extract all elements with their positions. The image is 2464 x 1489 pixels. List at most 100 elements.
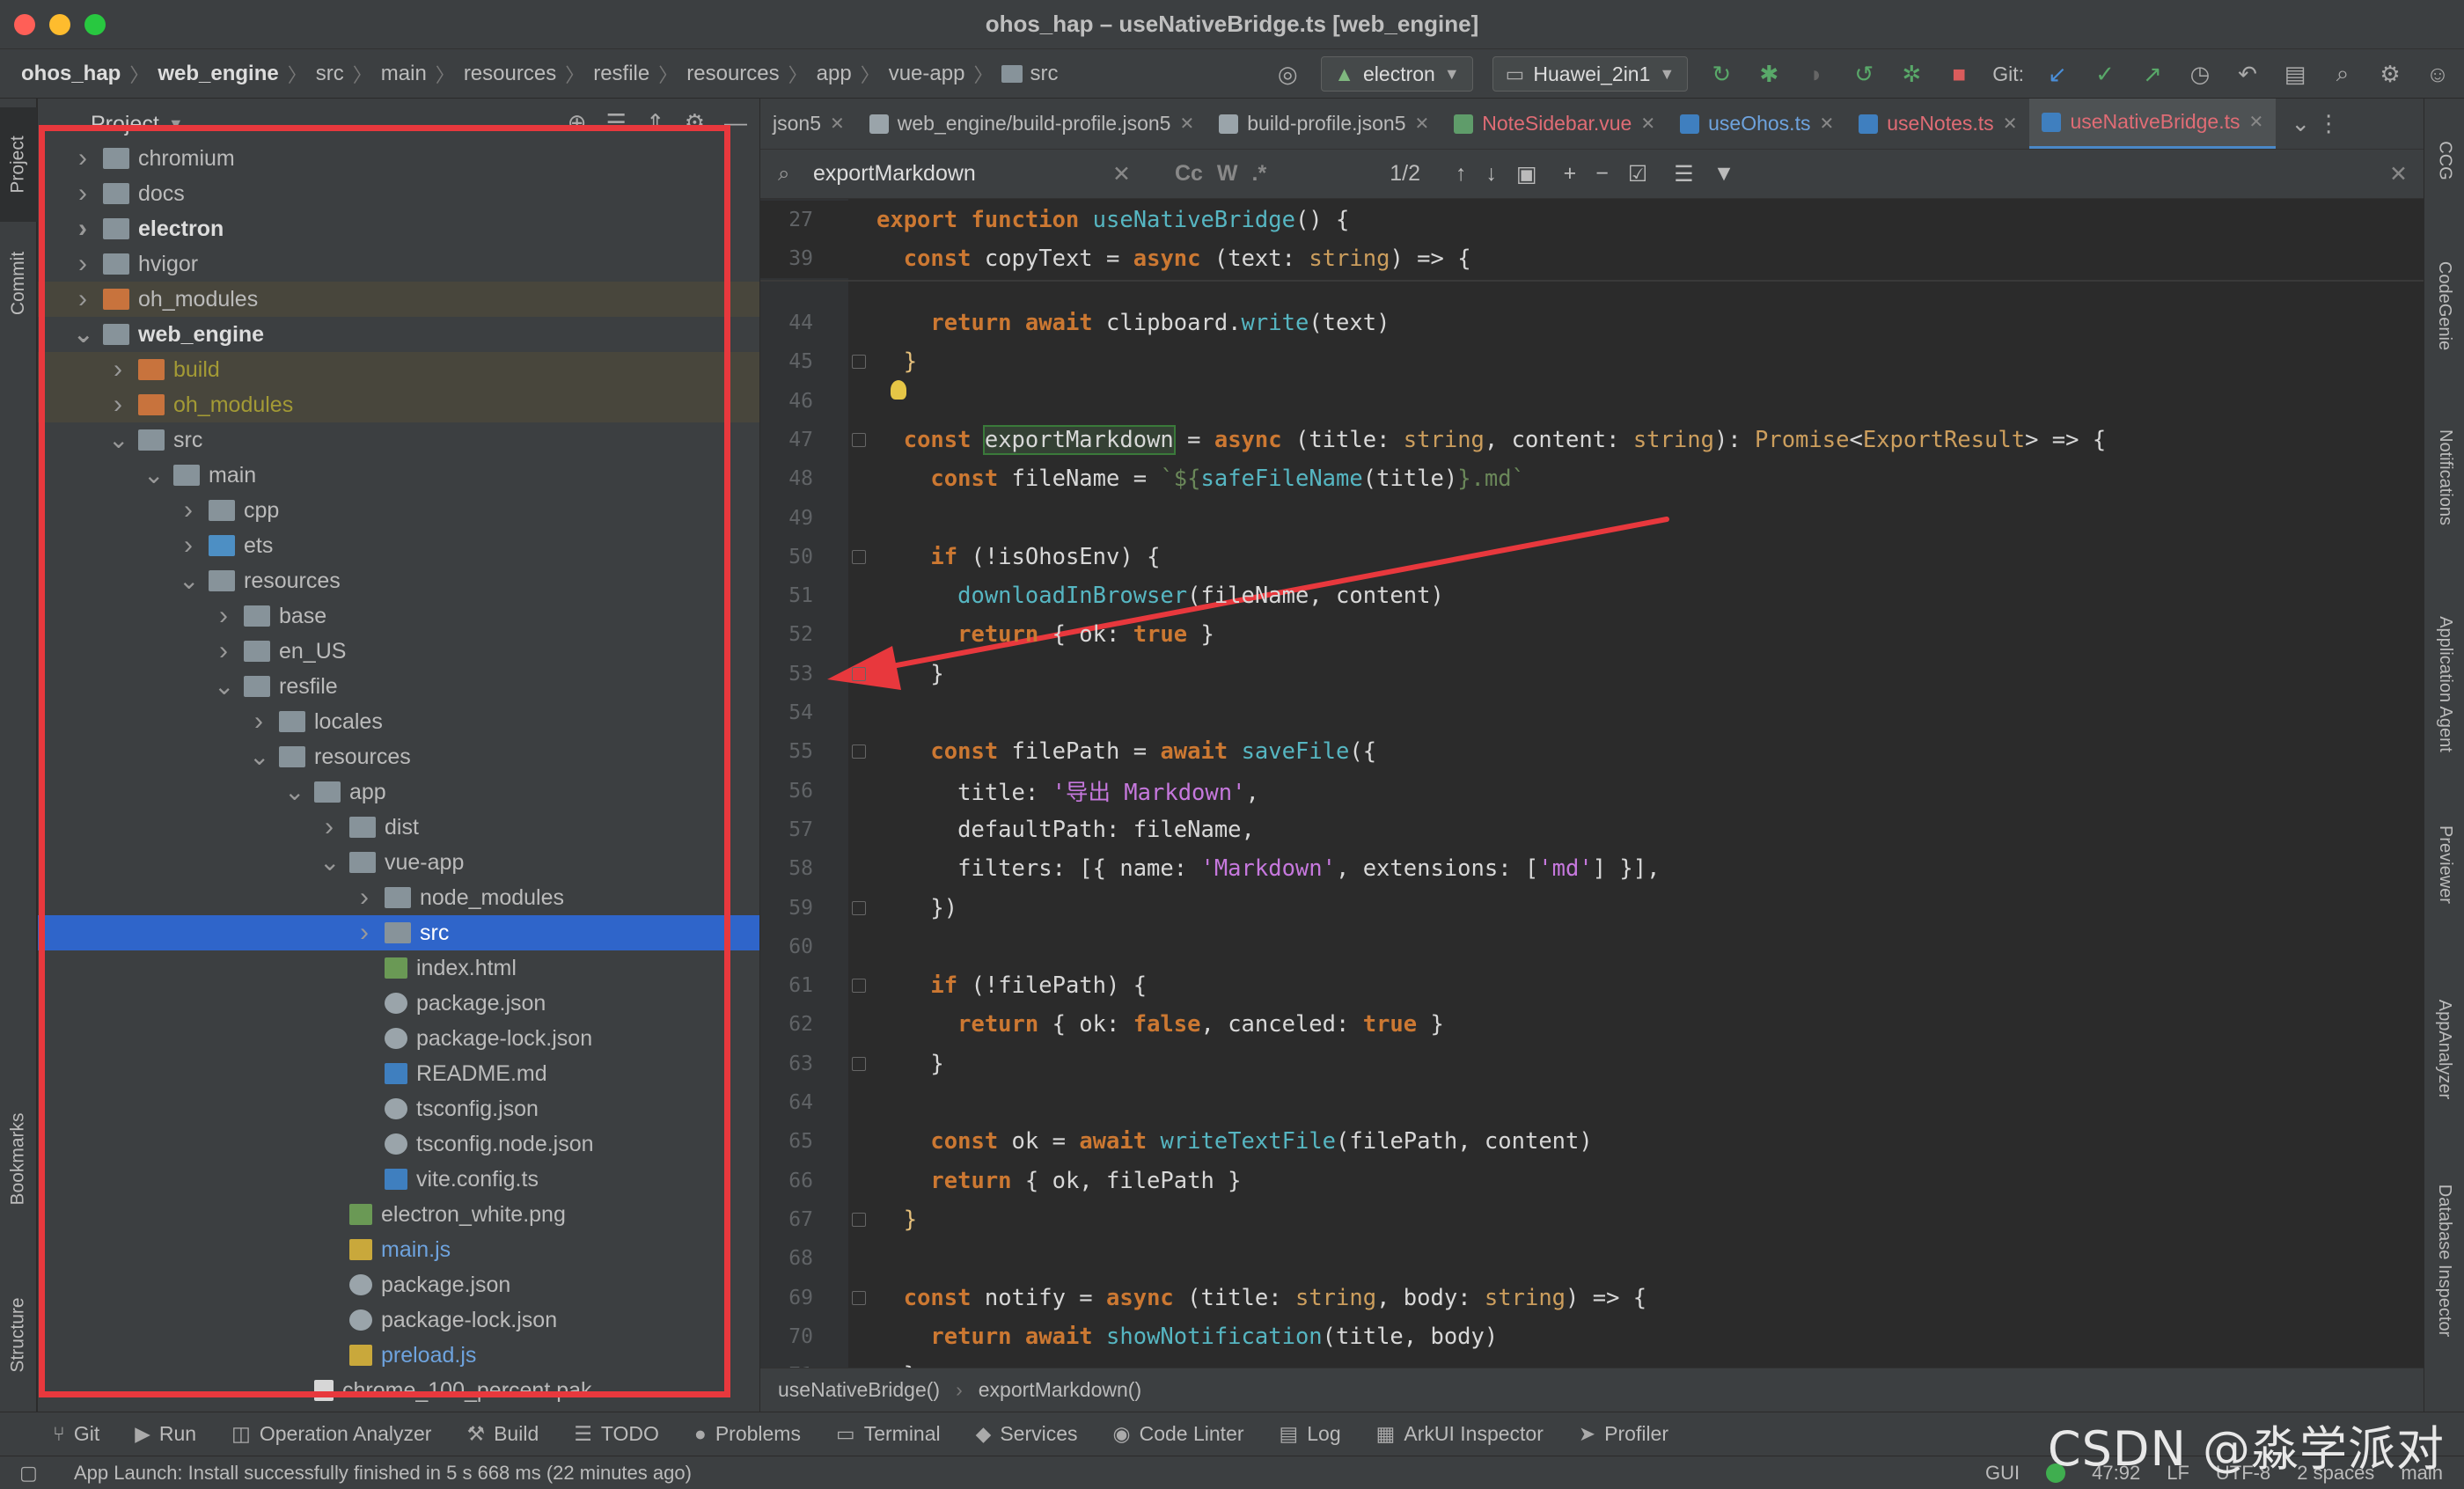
editor-tab[interactable]: useNotes.ts ✕ (1846, 99, 2029, 149)
tool-window-profiler[interactable]: ➤ Profiler (1579, 1422, 1668, 1446)
fold-marker-icon[interactable] (852, 900, 866, 915)
tree-row[interactable]: electron_white.png (38, 1197, 759, 1232)
chevron-down-icon[interactable]: ⌄ (214, 674, 234, 699)
tree-row[interactable]: index.html (38, 950, 759, 986)
right-tool-tab-codegenie[interactable]: CodeGenie (2424, 231, 2464, 380)
tree-row[interactable]: preload.js (38, 1338, 759, 1373)
previous-match-icon[interactable]: ↑ (1456, 161, 1467, 187)
commit-tool-tab[interactable]: Commit (0, 231, 37, 336)
chevron-down-icon[interactable]: ⌄ (143, 463, 164, 488)
editor-tab[interactable]: build-profile.json5 ✕ (1206, 99, 1441, 149)
breadcrumb-item[interactable]: resources (686, 62, 779, 86)
tool-window-run[interactable]: ▶ Run (135, 1422, 196, 1446)
settings-icon[interactable]: ⚙ (2376, 60, 2404, 88)
tree-row[interactable]: chrome_100_percent.pak (38, 1373, 759, 1408)
tree-row[interactable]: › oh_modules (38, 387, 759, 422)
gear-icon[interactable]: ⚙ (685, 109, 705, 136)
editor-tab[interactable]: NoteSidebar.vue ✕ (1441, 99, 1668, 149)
chevron-down-icon[interactable]: ⌄ (73, 322, 93, 347)
close-tab-icon[interactable]: ✕ (1415, 113, 1430, 135)
toggle-select-icon[interactable]: ☑ (1628, 161, 1647, 187)
device-select[interactable]: ▭ Huawei_2in1 ▼ (1492, 56, 1689, 92)
more-actions-icon[interactable]: ⋮ (2314, 110, 2343, 138)
fold-marker-icon[interactable] (852, 979, 866, 994)
tree-row[interactable]: ⌄ src (38, 422, 759, 458)
close-tab-icon[interactable]: ✕ (2249, 111, 2264, 133)
tree-row[interactable]: › cpp (38, 493, 759, 528)
tool-window-terminal[interactable]: ▭ Terminal (836, 1422, 941, 1446)
close-find-icon[interactable]: ✕ (2389, 161, 2408, 187)
rollback-icon[interactable]: ↶ (2233, 60, 2262, 88)
chevron-right-icon[interactable]: › (73, 216, 92, 242)
tabs-overflow-icon[interactable]: ⌄ (2286, 110, 2314, 138)
history-icon[interactable]: ◷ (2186, 60, 2214, 88)
chevron-right-icon[interactable]: › (108, 356, 128, 383)
tree-row[interactable]: ⌄ resources (38, 739, 759, 774)
tree-row[interactable]: › locales (38, 704, 759, 739)
fold-marker-icon[interactable] (852, 666, 866, 681)
chevron-right-icon[interactable]: › (73, 145, 92, 172)
editor-tab[interactable]: web_engine/build-profile.json5 ✕ (857, 99, 1206, 149)
tool-window-arkui-inspector[interactable]: ▦ ArkUI Inspector (1376, 1422, 1544, 1446)
filter-options-icon[interactable]: ☰ (1674, 161, 1693, 187)
git-commit-icon[interactable]: ✓ (2091, 60, 2119, 88)
editor-tab[interactable]: useNativeBridge.ts ✕ (2029, 99, 2277, 149)
tree-row[interactable]: package.json (38, 986, 759, 1021)
structure-tool-tab[interactable]: Structure (0, 1269, 37, 1401)
tree-row[interactable]: ⌄ resfile (38, 669, 759, 704)
editor-tab[interactable]: json5 ✕ (760, 99, 857, 149)
chevron-right-icon[interactable]: › (179, 532, 198, 559)
tree-row[interactable]: ⌄ resources (38, 563, 759, 598)
clear-icon[interactable]: ✕ (1112, 161, 1131, 187)
fold-marker-icon[interactable] (852, 744, 866, 759)
find-input[interactable]: exportMarkdown (760, 161, 1112, 187)
chevron-right-icon[interactable]: › (179, 497, 198, 524)
tree-row[interactable]: › hvigor (38, 246, 759, 282)
tree-row[interactable]: › base (38, 598, 759, 634)
tree-row[interactable]: ⌄ web_engine (38, 317, 759, 352)
close-tab-icon[interactable]: ✕ (1179, 113, 1194, 135)
filter-icon[interactable]: ▼ (1713, 161, 1735, 187)
whole-word-icon[interactable]: W (1217, 161, 1238, 187)
code-editor[interactable]: ✓ 27export function useNativeBridge() {3… (760, 199, 2424, 1368)
chevron-right-icon[interactable]: › (319, 814, 339, 840)
breadcrumb-item[interactable]: resources (464, 62, 556, 86)
status-message[interactable]: App Launch: Install successfully finishe… (0, 1462, 692, 1485)
tree-row[interactable]: main.js (38, 1232, 759, 1267)
tree-row[interactable]: › node_modules (38, 880, 759, 915)
search-icon[interactable]: ⌕ (2328, 60, 2357, 88)
chevron-right-icon[interactable]: › (355, 920, 374, 946)
tree-row[interactable]: › ets (38, 528, 759, 563)
right-tool-tab-notifications[interactable]: Notifications (2424, 389, 2464, 565)
tree-row[interactable]: package.json (38, 1267, 759, 1302)
breadcrumb-item[interactable]: web_engine (158, 62, 278, 86)
chevron-down-icon[interactable]: ⌄ (249, 744, 269, 769)
breadcrumb-item[interactable]: app (817, 62, 852, 86)
right-tool-tab-application-agent[interactable]: Application Agent (2424, 574, 2464, 794)
close-tab-icon[interactable]: ✕ (1819, 113, 1834, 135)
collapse-all-icon[interactable]: ⇕ (646, 109, 665, 136)
tree-row[interactable]: › oh_modules (38, 282, 759, 317)
tree-row[interactable]: › electron (38, 211, 759, 246)
editor-tab[interactable]: useOhos.ts ✕ (1668, 99, 1846, 149)
tool-window-code-linter[interactable]: ◉ Code Linter (1113, 1422, 1244, 1446)
tree-row[interactable]: README.md (38, 1056, 759, 1091)
target-icon[interactable]: ◎ (1273, 60, 1302, 88)
tree-row[interactable]: › dist (38, 810, 759, 845)
chevron-down-icon[interactable]: ▼ (168, 115, 184, 134)
chevron-right-icon[interactable]: › (249, 708, 268, 735)
chevron-right-icon[interactable]: › (214, 603, 233, 629)
chevron-down-icon[interactable]: ⌄ (179, 568, 199, 593)
breadcrumb-item[interactable]: src (316, 62, 344, 86)
tool-window-log[interactable]: ▤ Log (1280, 1422, 1341, 1446)
profile-icon[interactable]: ◗ (1802, 60, 1830, 88)
add-selection-icon[interactable]: + (1564, 161, 1577, 187)
zoom-window-button[interactable] (84, 14, 106, 35)
tool-window-todo[interactable]: ☰ TODO (574, 1422, 659, 1446)
tree-row[interactable]: vite.config.ts (38, 1162, 759, 1197)
tool-window-git[interactable]: ⑂ Git (53, 1422, 99, 1446)
close-window-button[interactable] (14, 14, 35, 35)
fold-marker-icon[interactable] (852, 355, 866, 370)
minimize-window-button[interactable] (49, 14, 70, 35)
right-tool-tab-database-inspector[interactable]: Database Inspector (2424, 1137, 2464, 1383)
